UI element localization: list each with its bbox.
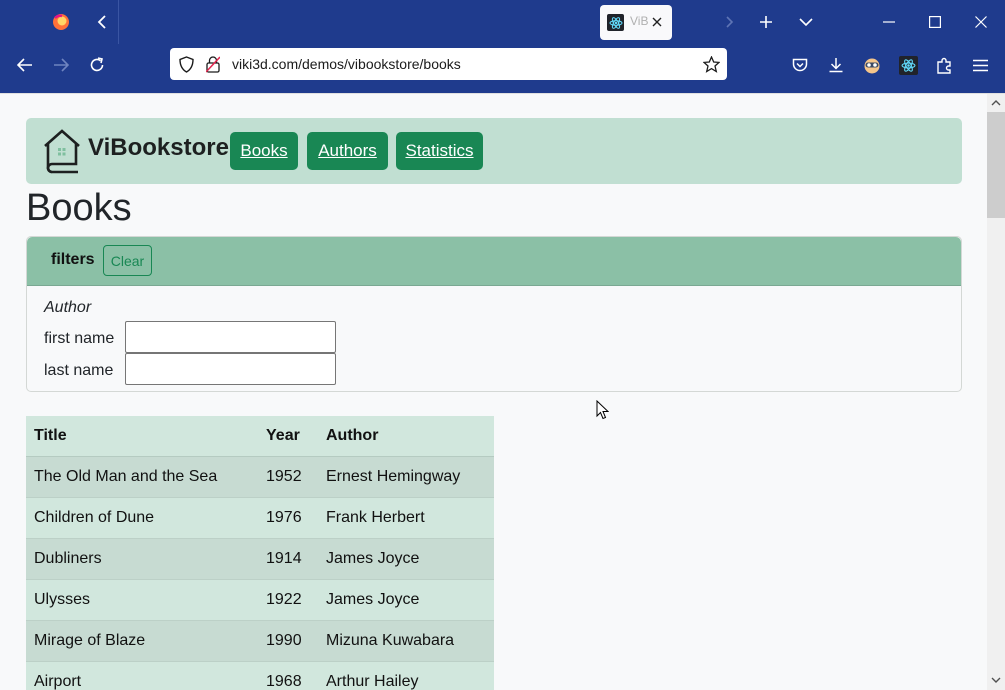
list-tabs-icon[interactable] xyxy=(794,11,818,33)
nav-statistics-button[interactable]: Statistics xyxy=(396,132,483,170)
page-title: Books xyxy=(26,187,132,229)
book-year-cell: 1922 xyxy=(258,579,318,621)
tab-close-icon[interactable] xyxy=(650,15,664,29)
author-filter-label: Author xyxy=(44,299,92,316)
site-header: ViBookstore Books Authors Statistics xyxy=(26,118,962,184)
book-author-cell: Frank Herbert xyxy=(318,497,494,539)
table-row[interactable]: Mirage of Blaze 1990 Mizuna Kuwabara xyxy=(26,620,494,662)
reload-icon[interactable] xyxy=(84,53,110,77)
downloads-icon[interactable] xyxy=(824,54,848,76)
puzzle-icon[interactable] xyxy=(932,54,956,76)
extension-icon[interactable] xyxy=(860,54,884,76)
scroll-thumb[interactable] xyxy=(987,112,1005,218)
back-icon[interactable] xyxy=(12,53,38,77)
react-devtools-icon[interactable] xyxy=(896,53,920,77)
house-book-logo-icon[interactable] xyxy=(42,128,82,174)
last-name-input[interactable] xyxy=(125,353,336,385)
table-row[interactable]: Children of Dune 1976 Frank Herbert xyxy=(26,497,494,539)
tab-scroll-right-icon[interactable] xyxy=(720,11,740,33)
minimize-icon[interactable] xyxy=(876,11,902,33)
filters-header: filters Clear xyxy=(27,237,961,286)
books-table: Title Year Author The Old Man and the Se… xyxy=(26,416,494,690)
filters-panel: filters Clear Author first name last nam… xyxy=(26,236,962,392)
book-title-cell: The Old Man and the Sea xyxy=(26,456,258,498)
mouse-cursor-icon xyxy=(596,400,609,420)
page-scrollbar[interactable] xyxy=(987,94,1005,690)
book-title-cell: Ulysses xyxy=(26,579,258,621)
book-author-cell: James Joyce xyxy=(318,538,494,580)
forward-icon[interactable] xyxy=(48,53,74,77)
url-bar[interactable]: viki3d.com/demos/vibookstore/books xyxy=(170,48,727,80)
book-title-cell: Airport xyxy=(26,661,258,690)
nav-books-button[interactable]: Books xyxy=(230,132,298,170)
book-title-cell: Mirage of Blaze xyxy=(26,620,258,662)
book-year-cell: 1976 xyxy=(258,497,318,539)
last-name-label: last name xyxy=(44,362,114,379)
menu-icon[interactable] xyxy=(968,54,992,76)
table-header-row: Title Year Author xyxy=(26,416,494,457)
scroll-up-icon[interactable] xyxy=(990,96,1002,108)
active-tab[interactable]: ViBookstore xyxy=(600,5,672,40)
book-author-cell: Ernest Hemingway xyxy=(318,456,494,498)
brand-name[interactable]: ViBookstore xyxy=(88,134,229,162)
book-title-cell: Dubliners xyxy=(26,538,258,580)
table-row[interactable]: Ulysses 1922 James Joyce xyxy=(26,579,494,621)
book-year-cell: 1952 xyxy=(258,456,318,498)
book-author-cell: James Joyce xyxy=(318,579,494,621)
column-header-title[interactable]: Title xyxy=(26,416,258,457)
maximize-icon[interactable] xyxy=(922,11,948,33)
book-author-cell: Arthur Hailey xyxy=(318,661,494,690)
new-tab-icon[interactable] xyxy=(754,11,778,33)
tab-scroll-left-icon[interactable] xyxy=(90,11,114,33)
pocket-icon[interactable] xyxy=(788,54,812,76)
tab-title: ViBookstore xyxy=(630,14,648,28)
bookmark-star-icon[interactable] xyxy=(700,54,722,74)
lock-warning-icon[interactable] xyxy=(203,54,223,74)
filters-label: filters xyxy=(51,251,95,268)
book-author-cell: Mizuna Kuwabara xyxy=(318,620,494,662)
column-header-author[interactable]: Author xyxy=(318,416,494,457)
book-year-cell: 1968 xyxy=(258,661,318,690)
first-name-input[interactable] xyxy=(125,321,336,353)
column-header-year[interactable]: Year xyxy=(258,416,318,457)
table-row[interactable]: Airport 1968 Arthur Hailey xyxy=(26,661,494,690)
table-row[interactable]: Dubliners 1914 James Joyce xyxy=(26,538,494,580)
clear-filters-button[interactable]: Clear xyxy=(103,245,152,276)
first-name-label: first name xyxy=(44,330,115,347)
close-icon[interactable] xyxy=(968,11,994,33)
url-text[interactable]: viki3d.com/demos/vibookstore/books xyxy=(232,56,461,72)
nav-authors-button[interactable]: Authors xyxy=(307,132,388,170)
table-row[interactable]: The Old Man and the Sea 1952 Ernest Hemi… xyxy=(26,456,494,498)
book-title-cell: Children of Dune xyxy=(26,497,258,539)
toolbar-divider xyxy=(118,0,119,44)
book-year-cell: 1914 xyxy=(258,538,318,580)
book-year-cell: 1990 xyxy=(258,620,318,662)
react-tab-icon xyxy=(607,14,624,31)
shield-icon[interactable] xyxy=(176,54,196,74)
browser-titlebar: ViBookstore xyxy=(0,0,1005,44)
firefox-icon[interactable] xyxy=(50,11,72,33)
scroll-down-icon[interactable] xyxy=(990,674,1002,686)
page-viewport: ViBookstore Books Authors Statistics Boo… xyxy=(0,94,987,690)
